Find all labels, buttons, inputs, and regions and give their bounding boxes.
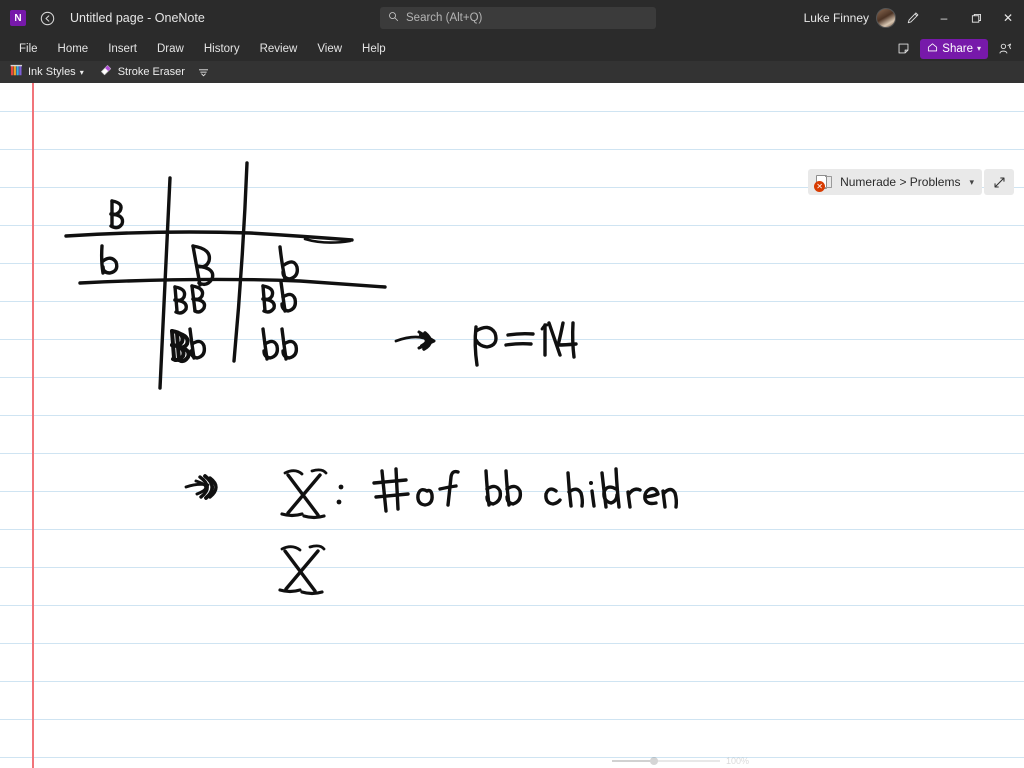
chevron-down-icon: ▾ xyxy=(969,176,974,187)
menu-item-help[interactable]: Help xyxy=(353,40,395,58)
onenote-logo-icon: N xyxy=(10,10,26,26)
menu-item-history[interactable]: History xyxy=(195,40,249,58)
menu-bar-right: Share ▾ xyxy=(890,36,1022,61)
zoom-slider-fill xyxy=(612,760,652,762)
zoom-slider-track[interactable] xyxy=(612,757,720,765)
search-icon xyxy=(388,11,399,25)
margin-line xyxy=(32,83,34,768)
stroke-eraser-button[interactable]: Stroke Eraser xyxy=(94,62,191,82)
back-arrow-icon[interactable] xyxy=(34,5,60,31)
title-bar: N Untitled page - OneNote Search (Alt+Q)… xyxy=(0,0,1024,36)
sync-error-icon: ✕ xyxy=(814,180,826,192)
minimize-button[interactable]: – xyxy=(928,0,960,36)
expand-icon[interactable] xyxy=(984,169,1014,195)
user-avatar[interactable] xyxy=(876,8,896,28)
window-title: Untitled page - OneNote xyxy=(70,11,205,25)
menu-item-home[interactable]: Home xyxy=(49,40,98,58)
search-input[interactable]: Search (Alt+Q) xyxy=(380,7,656,29)
notebook-bar: ✕ Numerade > Problems ▾ xyxy=(808,169,1014,195)
sticky-note-icon[interactable] xyxy=(890,38,916,59)
zoom-slider[interactable]: 100% xyxy=(612,754,812,768)
menu-bar: File Home Insert Draw History Review Vie… xyxy=(0,36,1024,61)
restore-button[interactable] xyxy=(960,0,992,36)
page-canvas[interactable]: ✕ Numerade > Problems ▾ 100% xyxy=(0,83,1024,768)
menu-item-view[interactable]: View xyxy=(308,40,351,58)
ink-styles-icon xyxy=(10,64,24,80)
share-icon xyxy=(927,42,938,56)
share-label: Share xyxy=(942,42,973,55)
menu-item-insert[interactable]: Insert xyxy=(99,40,146,58)
zoom-slider-knob[interactable] xyxy=(650,757,658,765)
notebook-breadcrumb-label: Numerade > Problems xyxy=(840,175,961,189)
close-button[interactable]: ✕ xyxy=(992,0,1024,36)
window-controls: – ✕ xyxy=(928,0,1024,36)
notebook-breadcrumb-button[interactable]: ✕ Numerade > Problems ▾ xyxy=(808,169,982,195)
notebook-icon: ✕ xyxy=(814,174,833,192)
menu-item-file[interactable]: File xyxy=(10,40,47,58)
menu-item-draw[interactable]: Draw xyxy=(148,40,193,58)
share-button[interactable]: Share ▾ xyxy=(920,38,988,59)
chevron-down-icon: ▾ xyxy=(976,44,981,53)
ribbon-toolbar: Ink Styles ▾ Stroke Eraser xyxy=(0,61,1024,83)
people-icon[interactable] xyxy=(992,38,1018,59)
onenote-window: N Untitled page - OneNote Search (Alt+Q)… xyxy=(0,0,1024,768)
menu-item-review[interactable]: Review xyxy=(251,40,307,58)
stroke-eraser-label: Stroke Eraser xyxy=(117,66,185,78)
ink-styles-button[interactable]: Ink Styles ▾ xyxy=(4,62,90,82)
eraser-icon xyxy=(100,64,114,80)
user-name: Luke Finney xyxy=(803,11,869,25)
chevron-down-icon: ▾ xyxy=(79,67,84,77)
zoom-percent-label: 100% xyxy=(726,756,750,766)
account-area[interactable]: Luke Finney xyxy=(804,0,896,36)
pen-icon[interactable] xyxy=(902,8,924,28)
ink-styles-label: Ink Styles xyxy=(28,66,76,78)
ribbon-overflow-icon[interactable] xyxy=(195,63,213,81)
search-placeholder: Search (Alt+Q) xyxy=(406,12,483,24)
